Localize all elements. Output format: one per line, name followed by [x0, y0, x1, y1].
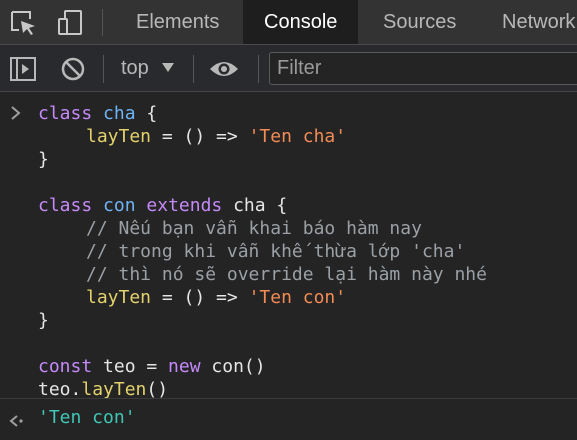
tab-elements[interactable]: Elements [122, 0, 233, 44]
code-token: con [103, 195, 136, 216]
code-line: // Nếu bạn vẫn khai báo hàm nay [38, 217, 487, 240]
code-line: } [38, 309, 487, 332]
code-token: = () => [151, 287, 249, 308]
code-token: layTen [81, 379, 147, 400]
message-divider [0, 398, 577, 399]
code-token: extends [146, 195, 223, 216]
code-token: class [38, 103, 93, 124]
devtools-tab-bar: Elements Console Sources Network [0, 0, 577, 45]
code-line: class cha { [38, 102, 487, 125]
code-token: } [38, 310, 49, 331]
tab-console[interactable]: Console [243, 0, 359, 44]
toolbar-divider [258, 55, 259, 83]
code-token: () [146, 379, 169, 400]
code-token: cha [103, 103, 136, 124]
clear-console-icon[interactable] [60, 56, 86, 82]
console-input-code: class cha {layTen = () => 'Ten cha'} clas… [38, 102, 487, 401]
code-token: teo. [38, 379, 82, 400]
console-result-value[interactable]: 'Ten con' [38, 406, 136, 429]
code-token: } [38, 149, 49, 170]
code-token: 'Ten cha' [248, 126, 347, 147]
code-line: // trong khi vẫn khế thừa lớp 'cha' [38, 240, 487, 263]
inspect-element-icon[interactable] [8, 8, 38, 38]
sidebar-toggle-icon[interactable] [9, 56, 37, 82]
input-chevron-icon [11, 106, 21, 120]
code-token: new [168, 356, 201, 377]
code-line: // thì nó sẽ override lại hàm này nhé [38, 263, 487, 286]
code-line: layTen = () => 'Ten con' [38, 286, 487, 309]
dropdown-arrow-icon[interactable] [161, 62, 175, 73]
tab-sources[interactable]: Sources [371, 0, 468, 44]
code-token: cha { [222, 195, 288, 216]
code-token: layTen [86, 126, 152, 147]
code-line: class con extends cha { [38, 194, 487, 217]
result-arrow-icon [9, 415, 23, 427]
code-token: { [135, 103, 158, 124]
execution-context-selector[interactable]: top [121, 53, 149, 83]
code-token: const [38, 356, 93, 377]
console-toolbar: top [0, 45, 577, 92]
code-line: const teo = new con() [38, 355, 487, 378]
console-output: class cha {layTen = () => 'Ten cha'} clas… [0, 92, 577, 440]
code-line: } [38, 148, 487, 171]
filter-input[interactable] [269, 52, 577, 85]
code-token: = () => [151, 126, 249, 147]
code-token: // Nếu bạn vẫn khai báo hàm nay [86, 218, 422, 239]
code-token: class [38, 195, 93, 216]
code-token: // trong khi vẫn khế thừa lớp 'cha' [86, 241, 466, 262]
tab-divider [102, 9, 103, 36]
code-token: layTen [86, 287, 152, 308]
device-toolbar-icon[interactable] [56, 8, 86, 38]
code-token: teo = [92, 356, 169, 377]
toolbar-divider [193, 55, 194, 83]
code-token: // thì nó sẽ override lại hàm này nhé [86, 264, 487, 285]
code-line: layTen = () => 'Ten cha' [38, 125, 487, 148]
live-expression-eye-icon[interactable] [208, 58, 240, 80]
code-token: con() [200, 356, 266, 377]
code-token: 'Ten con' [248, 287, 347, 308]
tab-network[interactable]: Network [490, 0, 577, 44]
toolbar-divider [103, 55, 104, 83]
